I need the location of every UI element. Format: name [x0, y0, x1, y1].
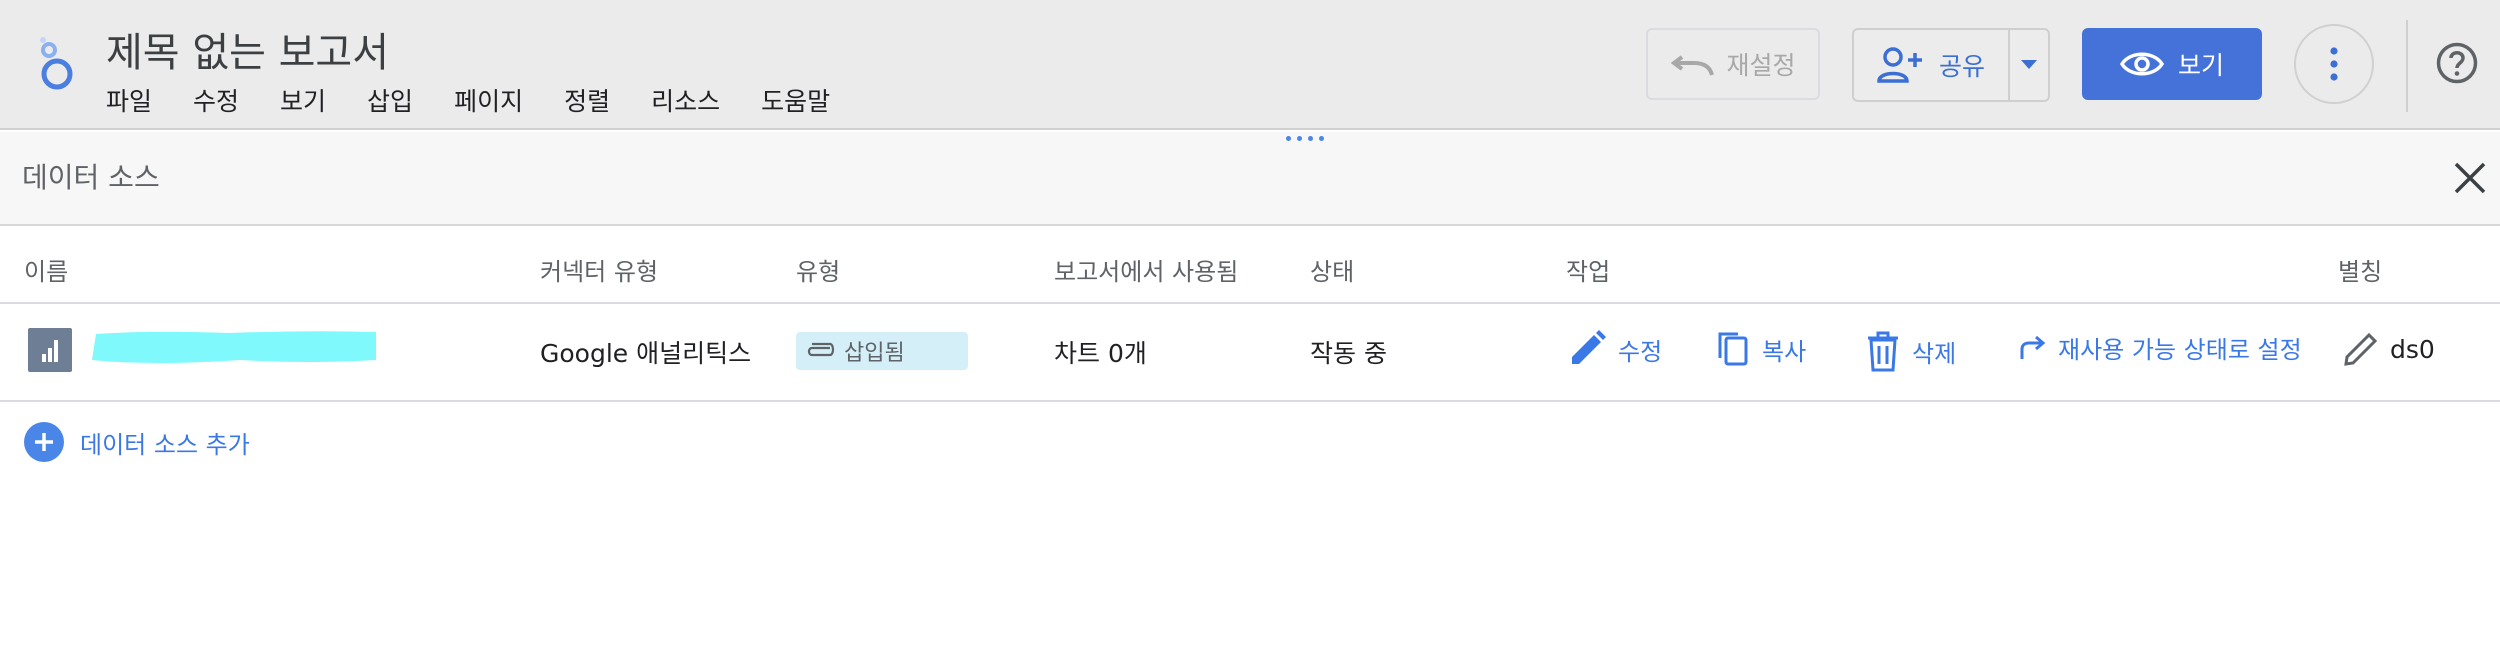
menu-edit[interactable]: 수정: [193, 82, 239, 118]
data-source-icon: [28, 328, 72, 372]
menu-bar: 파일 수정 보기 삽입 페이지 정렬 리소스 도움말: [106, 82, 871, 118]
pencil-outline-icon: [2344, 332, 2378, 366]
share-button[interactable]: 공유: [1854, 30, 2010, 100]
delete-label: 삭제: [1912, 339, 1957, 368]
caret-down-icon: [2021, 60, 2037, 69]
menu-resource[interactable]: 리소스: [651, 82, 720, 118]
menu-page[interactable]: 페이지: [454, 82, 523, 118]
pencil-icon: [1572, 330, 1606, 364]
trash-icon: [1868, 331, 1898, 372]
add-data-source-button[interactable]: 데이터 소스 추가: [24, 422, 250, 462]
share-arrow-icon: [2020, 335, 2046, 359]
help-icon[interactable]: [2436, 42, 2478, 84]
report-title[interactable]: 제목 없는 보고서: [106, 20, 389, 78]
alias-value: ds0: [2390, 334, 2435, 364]
delete-action[interactable]: 삭제: [1866, 330, 1956, 372]
looker-studio-logo-icon[interactable]: [34, 36, 80, 92]
share-label: 공유: [1938, 52, 1985, 81]
copy-label: 복사: [1762, 337, 1807, 366]
table-header: 이름 커넥터 유형 유형 보고서에서 사용됨 상태 작업 별칭: [0, 228, 2500, 304]
menu-insert[interactable]: 삽입: [367, 82, 413, 118]
top-bar: 제목 없는 보고서 파일 수정 보기 삽입 페이지 정렬 리소스 도움말 재설정…: [0, 0, 2500, 130]
drag-handle[interactable]: [1286, 136, 1324, 141]
more-vert-icon: [2330, 47, 2338, 81]
toolbar-divider: [2406, 20, 2408, 112]
share-dropdown-button[interactable]: [2010, 30, 2048, 100]
add-circle-icon: [24, 422, 64, 462]
column-header-used: 보고서에서 사용됨: [1054, 258, 1239, 286]
edit-label: 수정: [1618, 337, 1663, 366]
column-header-alias: 별칭: [2338, 258, 2383, 286]
attachment-icon: [807, 342, 835, 357]
alias-cell[interactable]: ds0: [2342, 330, 2435, 368]
eye-icon: [2119, 52, 2164, 76]
reset-label: 재설정: [1726, 51, 1796, 80]
status-text: 작동 중: [1310, 339, 1387, 368]
view-button[interactable]: 보기: [2082, 28, 2262, 100]
edit-action[interactable]: 수정: [1568, 330, 1662, 368]
type-chip-label: 삽입됨: [844, 341, 905, 366]
share-button-group: 공유: [1852, 28, 2050, 102]
reset-button[interactable]: 재설정: [1646, 28, 1820, 100]
menu-arrange[interactable]: 정렬: [564, 82, 610, 118]
make-reusable-label: 재사용 가능 상태로 설정: [2058, 336, 2302, 364]
add-person-icon: [1877, 47, 1922, 83]
table-row: Google 애널리틱스 삽입됨 차트 0개 작동 중 수정 복사 삭제 재사용…: [0, 306, 2500, 402]
more-options-button[interactable]: [2294, 24, 2374, 104]
data-source-panel-header: [0, 132, 2500, 226]
column-header-actions: 작업: [1566, 258, 1611, 286]
column-header-connector: 커넥터 유형: [540, 258, 659, 286]
menu-file[interactable]: 파일: [106, 82, 152, 118]
column-header-name: 이름: [24, 258, 69, 286]
copy-action[interactable]: 복사: [1716, 330, 1806, 368]
panel-title: 데이터 소스: [22, 161, 160, 194]
column-header-status: 상태: [1310, 258, 1355, 286]
type-chip: 삽입됨: [796, 332, 968, 370]
undo-icon: [1671, 55, 1715, 76]
bar-chart-icon: [42, 340, 58, 362]
close-icon[interactable]: [2452, 160, 2488, 196]
redacted-name[interactable]: [90, 330, 378, 364]
menu-help[interactable]: 도움말: [761, 82, 830, 118]
copy-icon: [1718, 332, 1748, 366]
add-data-source-label: 데이터 소스 추가: [80, 430, 250, 459]
menu-view[interactable]: 보기: [280, 82, 326, 118]
column-header-type: 유형: [796, 258, 841, 286]
used-in-report: 차트 0개: [1054, 339, 1147, 368]
view-label: 보기: [2177, 51, 2224, 80]
make-reusable-action[interactable]: 재사용 가능 상태로 설정: [2018, 330, 2302, 365]
connector-type: Google 애널리틱스: [540, 339, 752, 368]
